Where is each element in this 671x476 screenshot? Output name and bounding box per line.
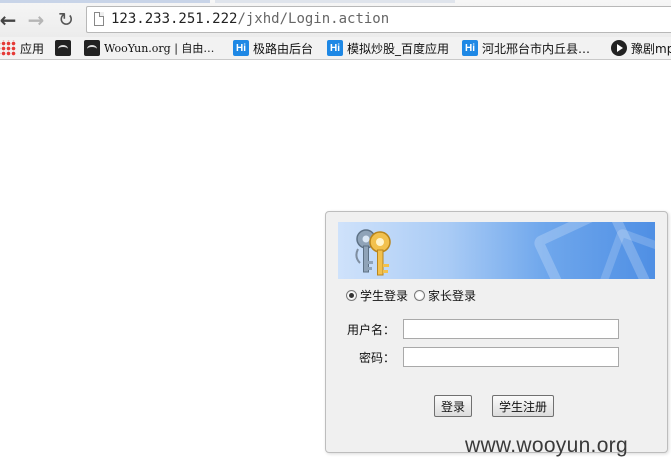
password-field[interactable] xyxy=(403,347,619,367)
bookmark-wooyun[interactable]: WooYun.org | 自由… xyxy=(84,39,214,57)
wooyun-icon xyxy=(55,40,71,56)
url-path: /jxhd/Login.action xyxy=(237,11,390,27)
wooyun-icon xyxy=(84,40,100,56)
address-url[interactable]: 123.233.251.222/jxhd/Login.action xyxy=(111,11,389,27)
bookmark-label: WooYun.org | 自由… xyxy=(104,42,215,55)
bookmark-hebei[interactable]: Hi 河北邢台市内丘县… xyxy=(462,39,590,57)
bookmark-label: 极路由后台 xyxy=(253,41,314,56)
bookmark-label: 河北邢台市内丘县… xyxy=(482,41,591,56)
reload-icon[interactable]: ↻ xyxy=(55,9,77,31)
active-tab-edge[interactable] xyxy=(0,0,210,3)
forward-arrow-icon[interactable]: → xyxy=(25,9,47,31)
login-button[interactable]: 登录 xyxy=(434,395,473,417)
password-label: 密码： xyxy=(358,351,395,365)
student-login-label[interactable]: 学生登录 xyxy=(360,287,408,304)
username-label: 用户名： xyxy=(346,323,395,337)
parent-login-radio[interactable] xyxy=(414,290,426,301)
student-register-button[interactable]: 学生注册 xyxy=(492,395,555,417)
username-field[interactable] xyxy=(403,319,619,339)
parent-login-label[interactable]: 家长登录 xyxy=(428,287,476,304)
bookmark-label: 豫剧mp3 xyxy=(631,41,671,56)
apps-grid-icon xyxy=(0,40,16,56)
bookmarks-bar: 应用 WooYun.org | 自由… Hi 极路由后台 Hi 模拟炒股_百度应… xyxy=(0,37,671,60)
bookmark-apps[interactable]: 应用 xyxy=(0,39,44,57)
bookmark-label: 应用 xyxy=(20,41,45,56)
hi-icon: Hi xyxy=(233,40,249,56)
site-watermark: www.wooyun.org xyxy=(465,434,628,457)
bookmark-label: 模拟炒股_百度应用 xyxy=(347,41,450,56)
bookmark-stock-sim[interactable]: Hi 模拟炒股_百度应用 xyxy=(327,39,449,57)
role-selector: 学生登录 家长登录 xyxy=(346,287,482,304)
bookmark-wooyun-icon-only[interactable] xyxy=(55,39,75,57)
keys-icon xyxy=(355,229,391,276)
bookmark-router-admin[interactable]: Hi 极路由后台 xyxy=(233,39,313,57)
login-banner xyxy=(338,222,655,279)
play-icon xyxy=(611,40,627,56)
browser-toolbar: ← → ↻ 123.233.251.222/jxhd/Login.action xyxy=(0,0,671,37)
hi-icon: Hi xyxy=(462,40,478,56)
login-panel: 学生登录 家长登录 用户名： 密码： 登录 学生注册 xyxy=(325,211,668,453)
address-bar[interactable]: 123.233.251.222/jxhd/Login.action xyxy=(86,6,671,33)
hi-icon: Hi xyxy=(327,40,343,56)
student-login-radio[interactable] xyxy=(346,290,357,301)
back-arrow-icon[interactable]: ← xyxy=(0,9,19,31)
bookmark-opera-mp3[interactable]: 豫剧mp3 xyxy=(611,39,671,57)
url-host: 123.233.251.222 xyxy=(111,11,238,27)
inactive-tab-edge[interactable] xyxy=(215,0,455,3)
page-icon xyxy=(94,12,104,26)
